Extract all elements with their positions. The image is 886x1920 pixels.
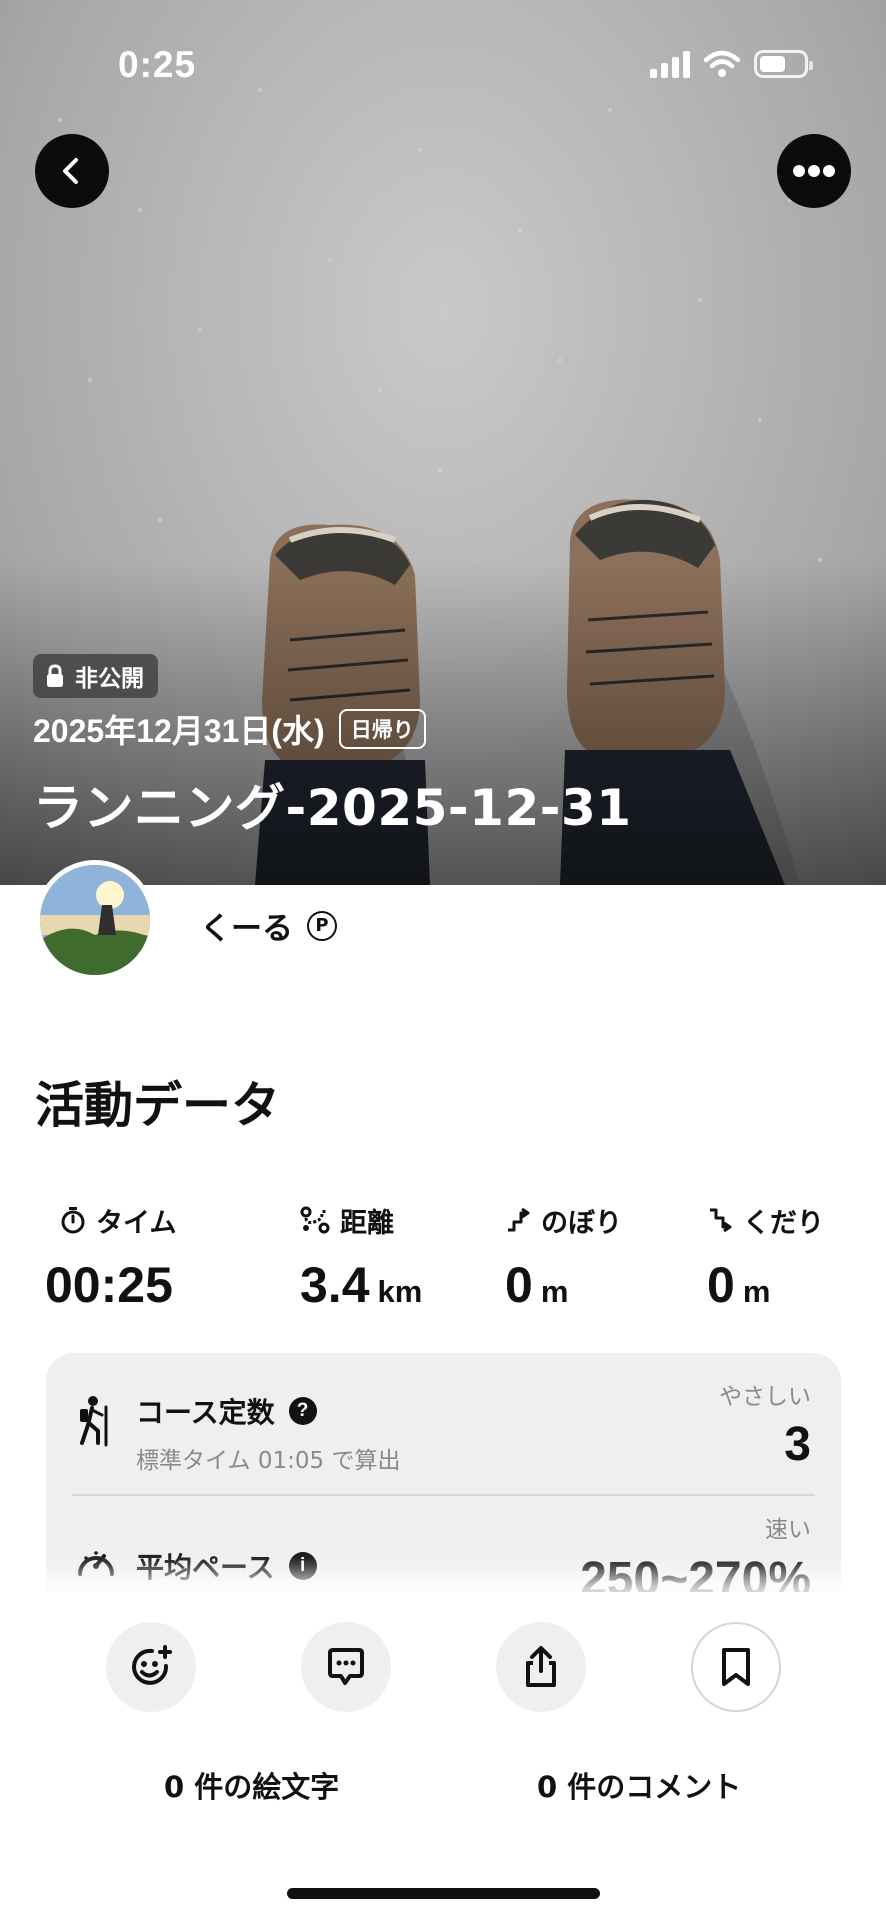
ellipsis-icon [793,165,835,177]
status-icons [650,50,813,78]
add-emoji-icon [132,1645,172,1685]
home-indicator[interactable] [287,1888,600,1899]
section-title: 活動データ [35,1077,281,1134]
chevron-left-icon [63,158,78,184]
stat-value: 00:25 [45,1257,173,1313]
visibility-label: 非公開 [75,666,144,692]
comment-icon [328,1648,364,1685]
activity-title: ランニング-2025-12-31 [33,779,632,837]
avatar[interactable] [35,860,155,980]
course-constant-title-row: コース定数 ? [136,1391,317,1431]
stat-time: タイム 00:25 [45,1200,264,1314]
course-constant-value: 3 [784,1418,811,1471]
status-time: 0:25 [118,44,197,85]
average-pace-title-row: 平均ペース i [136,1546,317,1586]
visibility-badge: 非公開 [33,654,158,698]
signal-icon [650,50,690,78]
help-icon[interactable]: ? [288,1397,317,1425]
premium-badge: P [307,910,337,941]
stat-value: 3.4 km [300,1257,423,1313]
activity-stats: タイム 00:25 距離 3.4 km のぼり 0m くだり 0 m [35,1200,851,1320]
back-button[interactable] [35,134,109,208]
stat-ascent: のぼり 0m [505,1200,709,1314]
status-bar: 0:25 [0,0,886,130]
bottom-action-bar: 0 件の絵文字 0 件のコメント [0,1592,886,1920]
share-button[interactable] [496,1622,586,1712]
average-pace-level: 速い [765,1517,811,1543]
battery-icon [754,50,813,78]
user-name-row[interactable]: くーる P [200,903,337,948]
descent-icon [710,1208,732,1233]
hiker-icon [80,1396,108,1447]
user-name: くーる [200,911,293,947]
comment-button[interactable] [301,1622,391,1712]
trip-type-chip: 日帰り [338,709,426,749]
course-constant-level: やさしい [719,1384,811,1410]
stat-label: のぼり [505,1200,709,1240]
hero-photo: 0:25 非公開 2025年12月31日(水) 日帰り ランニング-2025-1… [0,0,886,885]
stat-label: くだり [707,1200,886,1240]
stat-value: 0m [707,1257,771,1313]
lock-icon [47,664,63,687]
course-constant-subtitle: 標準タイム 01:05 で算出 [136,1448,401,1474]
emoji-count-label[interactable]: 0 件の絵文字 [164,1764,339,1806]
route-icon [300,1206,330,1234]
stat-value: 0m [505,1257,569,1313]
stopwatch-icon [61,1207,85,1234]
ascent-icon [508,1207,530,1232]
activity-date: 2025年12月31日(水) [33,713,325,749]
stat-descent: くだり 0m [707,1200,886,1314]
bookmark-icon [722,1648,750,1686]
share-icon [526,1646,556,1687]
info-icon[interactable]: i [288,1552,317,1580]
stat-distance: 距離 3.4 km [300,1200,504,1314]
bookmark-button[interactable] [691,1622,781,1712]
stat-label: 距離 [300,1200,504,1240]
add-emoji-button[interactable] [106,1622,196,1712]
wifi-icon [704,50,740,77]
avatar-image [40,865,150,975]
comment-count-label[interactable]: 0 件のコメント [537,1764,741,1806]
more-button[interactable] [777,134,851,208]
speedometer-icon [78,1551,114,1576]
activity-date-row: 2025年12月31日(水) 日帰り [33,706,426,752]
stat-label: タイム [60,1200,264,1240]
course-constant-row[interactable]: コース定数 ? 標準タイム 01:05 で算出 やさしい 3 [46,1353,841,1496]
